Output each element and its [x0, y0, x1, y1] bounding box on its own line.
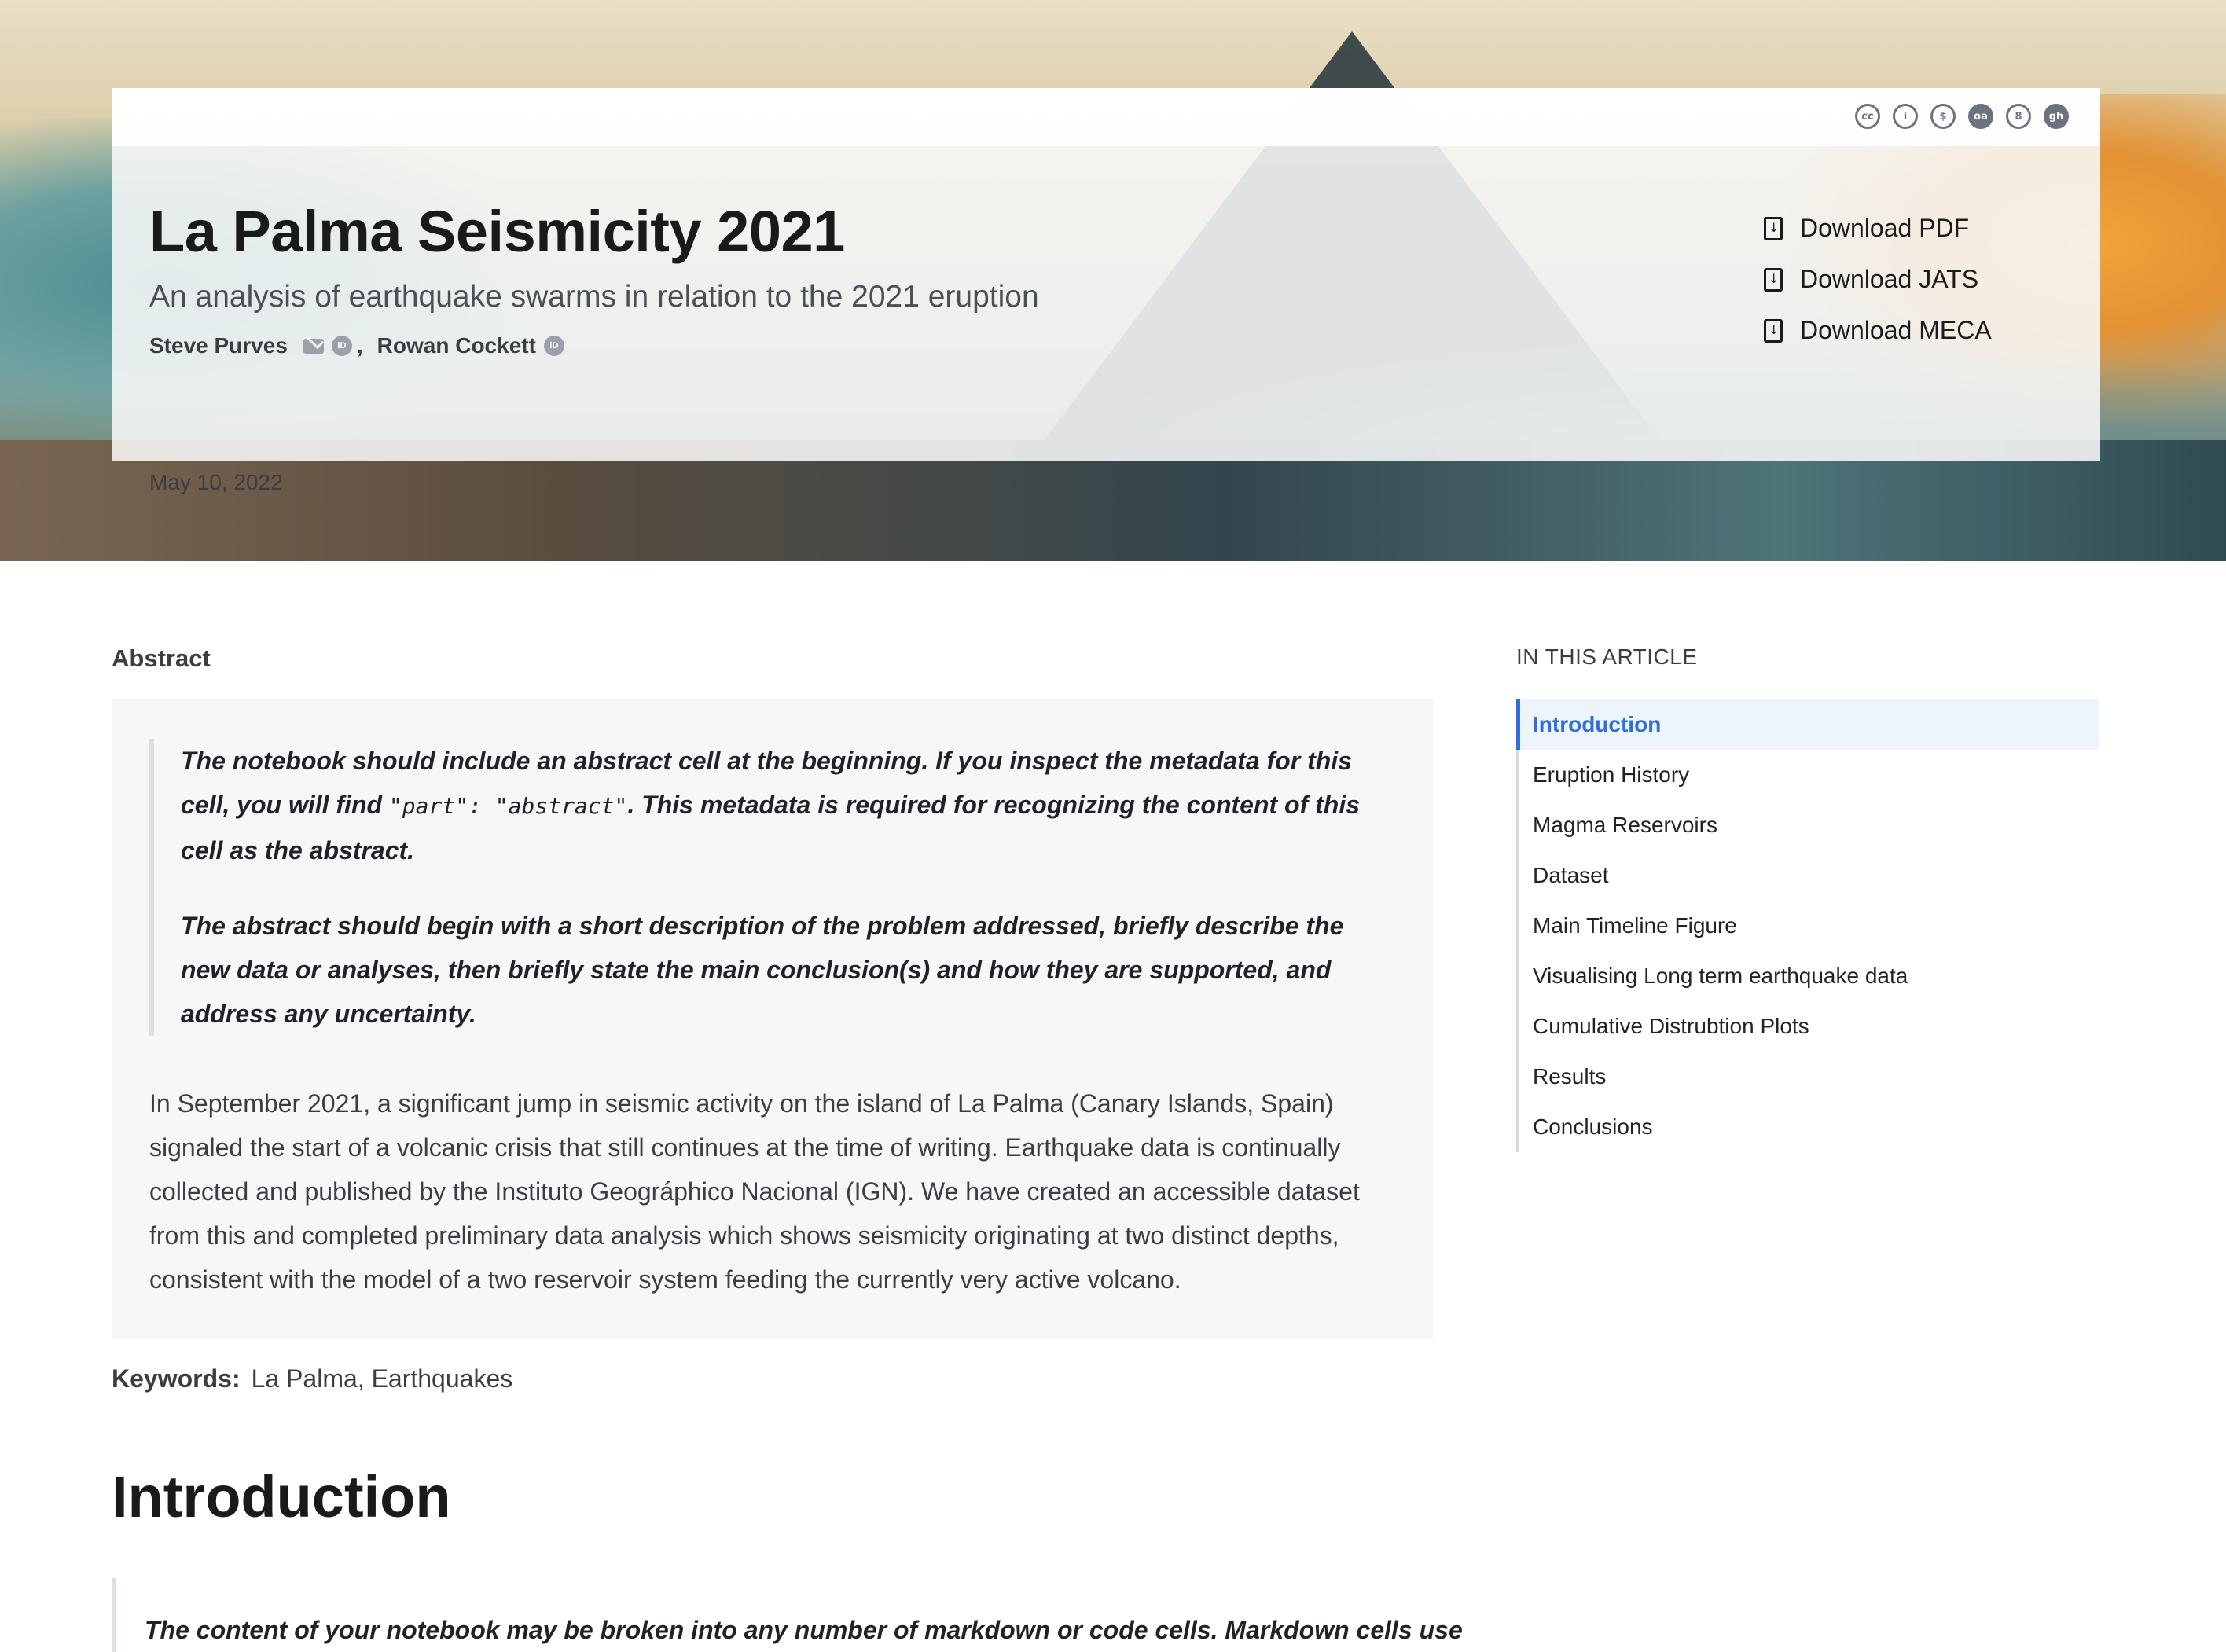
section-heading-introduction: Introduction — [112, 1464, 451, 1529]
keywords: Keywords: La Palma, Earthquakes — [112, 1364, 512, 1393]
article-title: La Palma Seismicity 2021 — [149, 199, 845, 264]
toc-item-cumulative-plots[interactable]: Cumulative Distrubtion Plots — [1519, 1001, 2099, 1052]
table-of-contents: Introduction Eruption History Magma Rese… — [1516, 699, 2099, 1152]
download-label: Download MECA — [1800, 316, 1992, 344]
noncommercial-icon[interactable]: $ — [1930, 104, 1956, 129]
toc-item-visualising-long-term[interactable]: Visualising Long term earthquake data — [1519, 951, 2099, 1001]
abstract-panel: The notebook should include an abstract … — [112, 699, 1434, 1339]
abstract-text: In September 2021, a significant jump in… — [149, 1089, 1360, 1294]
intro-blockquote: The content of your notebook may be brok… — [112, 1578, 1463, 1652]
toc-item-eruption-history[interactable]: Eruption History — [1519, 750, 2099, 800]
article-subtitle: An analysis of earthquake swarms in rela… — [149, 280, 1039, 314]
github-icon[interactable]: gh — [2044, 104, 2069, 129]
email-icon[interactable] — [303, 338, 324, 354]
open-access-icon[interactable]: oa — [1968, 104, 1993, 129]
download-pdf-link[interactable]: Download PDF — [1764, 214, 1992, 243]
publication-date: May 10, 2022 — [149, 470, 283, 494]
blockquote-paragraph: The abstract should begin with a short d… — [181, 912, 1344, 1028]
orcid-icon[interactable]: iD — [331, 336, 352, 356]
orcid-icon[interactable]: iD — [543, 336, 564, 356]
attribution-icon[interactable]: i — [1893, 104, 1918, 129]
author-name[interactable]: Steve Purves — [149, 333, 288, 358]
blockquote-paragraph: The notebook should include an abstract … — [181, 739, 1399, 872]
download-label: Download PDF — [1800, 214, 1970, 242]
toc-heading: IN THIS ARTICLE — [1516, 644, 1698, 669]
abstract-heading: Abstract — [112, 644, 211, 672]
toc-item-introduction[interactable]: Introduction — [1516, 699, 2099, 750]
keywords-value: La Palma, Earthquakes — [251, 1364, 513, 1393]
download-jats-link[interactable]: Download JATS — [1764, 265, 1992, 294]
file-download-icon — [1764, 216, 1783, 240]
cc-license-icon[interactable]: cc — [1855, 104, 1880, 129]
download-links: Download PDF Download JATS Download MECA — [1764, 214, 1992, 345]
author-separator: , — [356, 333, 363, 358]
file-download-icon — [1764, 267, 1783, 292]
author-list: Steve Purves iD , Rowan Cockett iD — [149, 333, 564, 358]
toc-item-main-timeline-figure[interactable]: Main Timeline Figure — [1519, 901, 2099, 951]
download-meca-link[interactable]: Download MECA — [1764, 316, 1992, 345]
article-header-card: cc i $ oa 8 gh La Palma Seismicity 2021 … — [112, 88, 2100, 494]
toc-item-magma-reservoirs[interactable]: Magma Reservoirs — [1519, 800, 2099, 850]
download-label: Download JATS — [1800, 265, 1979, 293]
toc-item-conclusions[interactable]: Conclusions — [1519, 1102, 2099, 1152]
inline-code: "part": "abstract" — [388, 793, 628, 819]
license-badges: cc i $ oa 8 gh — [1855, 104, 2069, 129]
jupyter-icon[interactable]: 8 — [2006, 104, 2031, 129]
file-download-icon — [1764, 318, 1783, 343]
author-name[interactable]: Rowan Cockett — [377, 333, 536, 358]
toc-item-dataset[interactable]: Dataset — [1519, 850, 2099, 901]
license-bar: cc i $ oa 8 gh — [112, 88, 2100, 146]
blockquote-text: The content of your notebook may be brok… — [145, 1616, 1463, 1644]
abstract-blockquote: The notebook should include an abstract … — [149, 739, 1399, 1036]
keywords-label: Keywords: — [112, 1364, 241, 1393]
toc-item-results[interactable]: Results — [1519, 1052, 2099, 1102]
